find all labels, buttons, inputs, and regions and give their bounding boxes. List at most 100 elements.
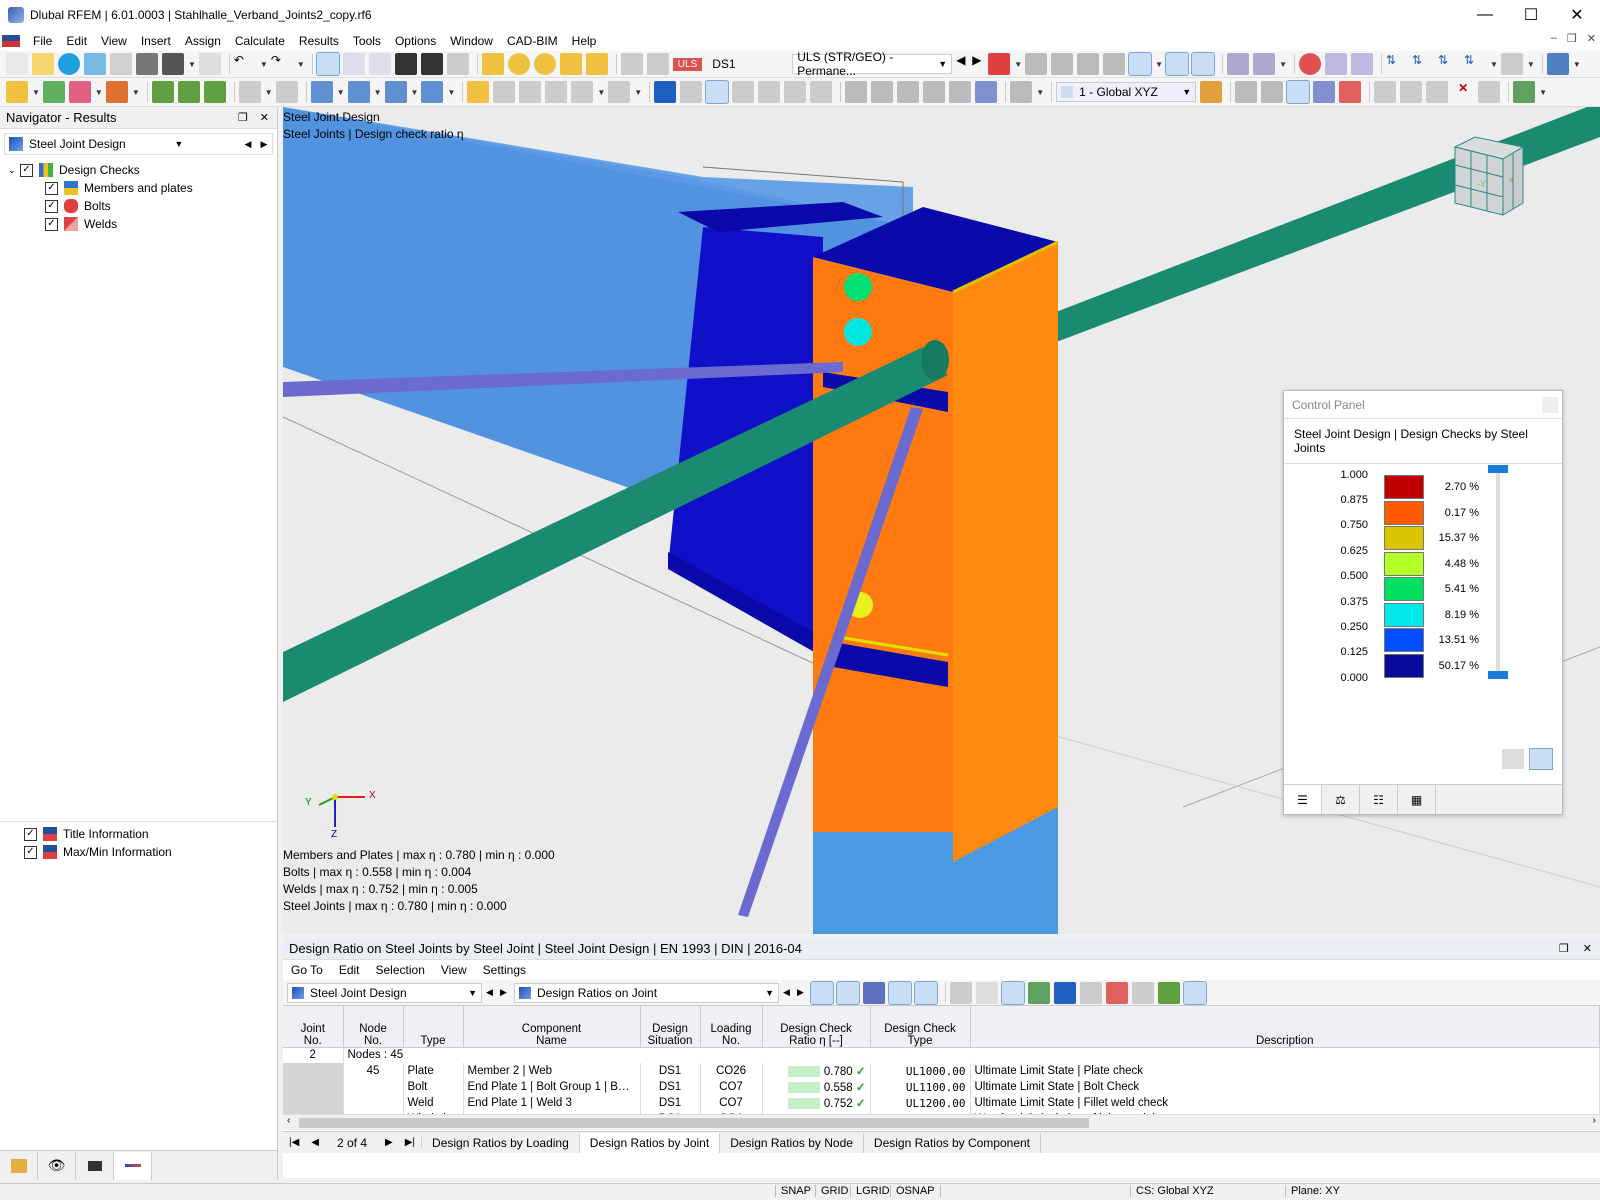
menu-options[interactable]: Options [388,34,443,48]
close-button[interactable]: ✕ [1554,0,1600,30]
target-icon[interactable] [533,53,556,75]
display-icon[interactable] [1077,53,1100,75]
search-object-icon[interactable] [507,53,530,75]
coordinate-system-combo[interactable]: 1 - Global XYZ ▼ [1056,82,1197,102]
view-rotate-icon[interactable] [347,81,370,103]
print-icon[interactable] [162,53,184,75]
grid-points-icon[interactable] [1235,81,1258,103]
align-5-icon[interactable] [949,81,972,103]
tab-design-ratios-by-joint[interactable]: Design Ratios by Joint [579,1132,721,1153]
chart-icon[interactable] [1158,981,1180,1004]
support-icon[interactable] [493,81,516,103]
block-icon[interactable] [545,81,568,103]
menu-results[interactable]: Results [292,34,346,48]
tables-icon[interactable] [342,53,365,75]
next-icon[interactable]: ▶ [972,53,984,75]
table-row[interactable]: 45 Plate Member 2 | Web DS1 CO26 0.780 ✓… [283,1063,1600,1079]
diagram-icon[interactable] [1227,53,1250,75]
pick-icon[interactable] [836,980,860,1005]
results-module-combo[interactable]: Steel Joint Design ▼ [287,982,482,1003]
table-row[interactable]: Weld End Plate 1 | Weld 3 DS1 CO7 0.752 … [283,1095,1600,1111]
document-menu-icon[interactable] [2,34,20,47]
excel-export-icon[interactable] [1028,981,1050,1004]
tree-item-members-and-plates[interactable]: ✓ Members and plates [0,179,277,197]
menu-edit[interactable]: Edit [59,34,94,48]
menu-cad-bim[interactable]: CAD-BIM [500,34,565,48]
view-solid-icon[interactable] [421,81,444,103]
menu-file[interactable]: File [26,34,59,48]
coordinate-icon[interactable] [1200,81,1223,103]
line-icon[interactable] [42,81,65,103]
axis-x-icon[interactable]: ⇅ [1386,53,1408,75]
collapse-icon[interactable]: ⌄ [8,165,20,176]
maximize-button[interactable]: ☐ [1508,0,1554,30]
xxx-values-icon[interactable] [1051,53,1074,75]
legend-slider-min-handle[interactable] [1488,671,1508,679]
result-surfaces-icon[interactable] [1128,52,1153,76]
prev-page-icon[interactable]: ◀ [305,1137,325,1148]
tree-item-design-checks[interactable]: ⌄ ✓ Design Checks [0,161,277,179]
col-loading-no[interactable]: Loading No. [700,1006,763,1048]
delete-icon[interactable]: ✕ [1452,81,1474,103]
menu-help[interactable]: Help [565,34,604,48]
new-file-icon[interactable] [6,53,28,75]
mirror-icon[interactable] [1426,81,1449,103]
menu-insert[interactable]: Insert [134,34,178,48]
open-folder-icon[interactable] [32,53,54,75]
col-node-no[interactable]: Node No. [343,1006,404,1048]
tree-item-max-min-information[interactable]: ✓ Max/Min Information [24,843,172,861]
checkbox[interactable]: ✓ [24,845,37,859]
scrollbar-thumb[interactable] [299,1118,1089,1128]
surface-icon[interactable] [732,81,755,103]
dimension-x-icon[interactable] [238,81,261,103]
values-icon[interactable] [914,980,938,1005]
cloud-icon[interactable] [58,53,80,75]
numbering-icon[interactable] [1103,53,1126,75]
snap-toggle[interactable]: SNAP [775,1185,816,1197]
view-iso-icon[interactable] [310,81,333,103]
snap-mid-icon[interactable] [1286,80,1311,104]
text-icon[interactable] [585,53,608,75]
results-tab-icon[interactable] [114,1151,152,1180]
settings-icon[interactable] [1478,81,1501,103]
report-icon[interactable] [198,53,221,75]
next-table-icon[interactable]: ▶ [797,987,811,998]
pin-icon[interactable] [467,81,490,103]
opening-icon[interactable] [784,81,807,103]
previous-icon[interactable]: ◀ [956,53,968,75]
color-scale-tab-icon[interactable]: ☰ [1284,785,1322,814]
values-xxx-icon[interactable] [1191,52,1216,76]
table-row[interactable]: Bolt End Plate 1 | Bolt Group 1 | Bolt..… [283,1079,1600,1095]
console-icon[interactable] [394,53,417,75]
results-off-icon[interactable] [988,53,1011,75]
align-4-icon[interactable] [923,81,946,103]
legend-slider-track[interactable] [1496,469,1500,679]
last-page-icon[interactable]: ▶| [399,1137,423,1148]
hinge-icon[interactable] [519,81,542,103]
col-type[interactable]: Type [403,1006,464,1048]
search-table-icon[interactable] [1132,981,1154,1004]
grid-icon[interactable] [608,81,631,103]
previous-module-icon[interactable]: ◀ [486,987,500,998]
result-display-icon[interactable] [863,981,885,1004]
line-hinge-icon[interactable] [810,81,833,103]
select-icon[interactable] [6,81,28,103]
col-check-type[interactable]: Design Check Type [870,1006,971,1048]
col-joint-no[interactable]: Joint No. [283,1006,344,1048]
guide-icon[interactable] [1374,81,1397,103]
factors-tab-icon[interactable]: ⚖ [1322,785,1360,814]
float-results-icon[interactable]: ❐ [1559,942,1569,955]
previous-module-icon[interactable]: ◀ [240,139,256,150]
view-cube[interactable]: -Y × [1453,135,1525,217]
col-component-name[interactable]: Component Name [463,1006,641,1048]
table-export-icon[interactable] [1513,81,1536,103]
mdi-restore-button[interactable]: ❐ [1567,32,1577,45]
node-icon[interactable] [203,81,226,103]
view-tab-icon[interactable]: 👁 [38,1151,76,1180]
next-module-icon[interactable]: ▶ [500,987,514,998]
filter-off-icon[interactable] [1298,53,1321,75]
script-icon[interactable] [420,53,443,75]
navigator-module-combo[interactable]: Steel Joint Design ▼ ◀ ▶ [4,133,273,155]
first-page-icon[interactable]: |◀ [283,1137,305,1148]
redo-icon[interactable]: ↷ [271,53,293,75]
